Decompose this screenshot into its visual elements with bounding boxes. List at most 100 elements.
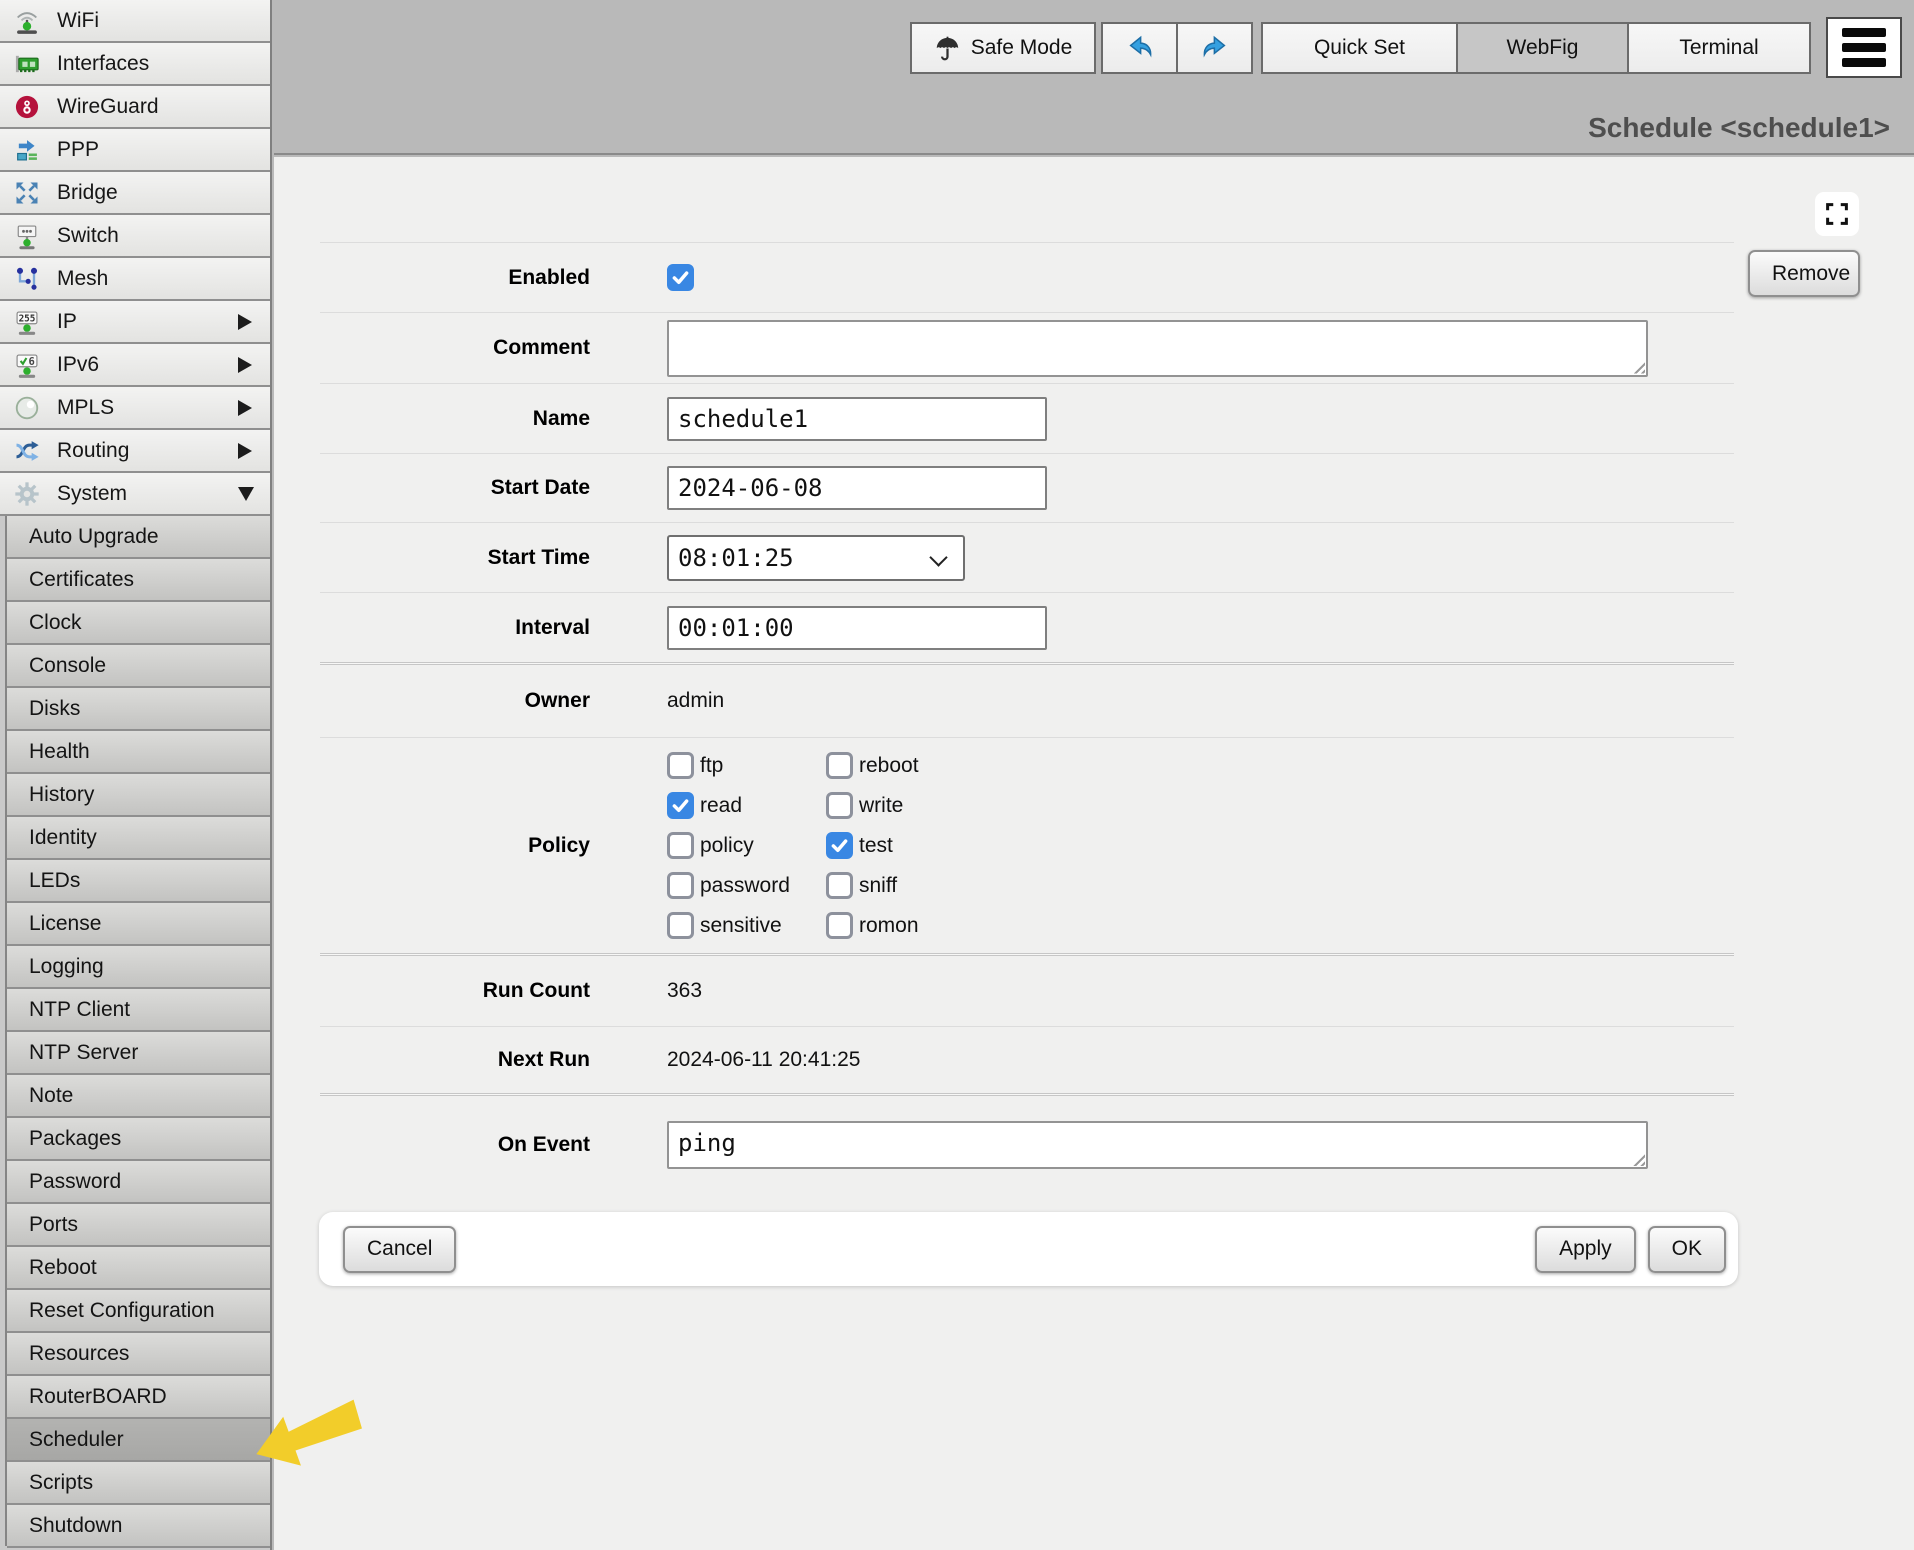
sidebar-item-mpls[interactable]: MPLS [0, 387, 270, 428]
tab-webfig[interactable]: WebFig [1456, 22, 1629, 74]
expand-right-icon [238, 357, 252, 373]
sidebar-item-shutdown[interactable]: Shutdown [7, 1505, 270, 1546]
sidebar-item-console[interactable]: Console [7, 645, 270, 686]
ok-button[interactable]: OK [1648, 1226, 1726, 1273]
cancel-button[interactable]: Cancel [343, 1226, 456, 1273]
reboot-checkbox[interactable] [826, 752, 853, 779]
sidebar-item-identity[interactable]: Identity [7, 817, 270, 858]
sidebar-item-label: Health [29, 740, 90, 764]
form-row-comment: Comment [320, 312, 1734, 383]
sidebar-item-license[interactable]: License [7, 903, 270, 944]
sidebar-item-routerboard[interactable]: RouterBOARD [7, 1376, 270, 1417]
interfaces-icon [12, 49, 42, 79]
tab-terminal[interactable]: Terminal [1627, 22, 1811, 74]
on-event-textarea[interactable]: ping [667, 1121, 1648, 1169]
comment-textarea[interactable] [667, 320, 1648, 377]
sidebar-item-ppp[interactable]: PPP [0, 129, 270, 170]
sidebar-item-ip[interactable]: 255 IP [0, 301, 270, 342]
expand-down-icon [238, 487, 254, 501]
form-row-start-date: Start Date [320, 453, 1734, 522]
sidebar-item-disks[interactable]: Disks [7, 688, 270, 729]
sidebar-item-mesh[interactable]: Mesh [0, 258, 270, 299]
sidebar-item-note[interactable]: Note [7, 1075, 270, 1116]
routing-icon [12, 436, 42, 466]
sidebar-item-wifi[interactable]: WiFi [0, 0, 270, 41]
sidebar-item-ntp-server[interactable]: NTP Server [7, 1032, 270, 1073]
write-checkbox[interactable] [826, 792, 853, 819]
sidebar-item-health[interactable]: Health [7, 731, 270, 772]
sidebar-item-password[interactable]: Password [7, 1161, 270, 1202]
sidebar-item-scripts[interactable]: Scripts [7, 1462, 270, 1503]
sidebar-item-label: Certificates [29, 568, 134, 592]
policy-option-label: reboot [859, 754, 919, 778]
sidebar-item-logging[interactable]: Logging [7, 946, 270, 987]
sensitive-checkbox[interactable] [667, 912, 694, 939]
sidebar-item-routing[interactable]: Routing [0, 430, 270, 471]
sidebar-item-system[interactable]: System [0, 473, 270, 514]
start-time-select[interactable]: 08:01:25 [667, 535, 965, 581]
ftp-checkbox[interactable] [667, 752, 694, 779]
sidebar-item-label: Routing [57, 439, 223, 463]
sidebar-item-interfaces[interactable]: Interfaces [0, 43, 270, 84]
undo-button[interactable] [1101, 22, 1178, 74]
policy-option-label: ftp [700, 754, 723, 778]
sidebar-item-reset-configuration[interactable]: Reset Configuration [7, 1290, 270, 1331]
policy-option-label: read [700, 794, 742, 818]
sidebar-item-certificates[interactable]: Certificates [7, 559, 270, 600]
policy-option-policy: policy [667, 832, 826, 859]
hamburger-icon [1842, 28, 1886, 37]
sniff-checkbox[interactable] [826, 872, 853, 899]
sidebar-item-reboot[interactable]: Reboot [7, 1247, 270, 1288]
form-row-name: Name [320, 383, 1734, 453]
page-title: Schedule <schedule1> [1588, 112, 1890, 144]
sidebar-item-history[interactable]: History [7, 774, 270, 815]
sidebar-item-label: Identity [29, 826, 97, 850]
sidebar-item-auto-upgrade[interactable]: Auto Upgrade [7, 516, 270, 557]
name-input[interactable] [667, 397, 1047, 441]
undo-redo-group [1103, 22, 1253, 74]
sidebar-item-label: Reboot [29, 1256, 97, 1280]
policy-option-label: policy [700, 834, 754, 858]
sidebar-item-bridge[interactable]: Bridge [0, 172, 270, 213]
sidebar-item-packages[interactable]: Packages [7, 1118, 270, 1159]
check-icon [670, 267, 691, 288]
form-row-interval: Interval [320, 592, 1734, 662]
sidebar-item-resources[interactable]: Resources [7, 1333, 270, 1374]
password-checkbox[interactable] [667, 872, 694, 899]
sidebar-item-label: Disks [29, 697, 80, 721]
policy-option-sensitive: sensitive [667, 912, 826, 939]
redo-button[interactable] [1176, 22, 1253, 74]
interval-input[interactable] [667, 606, 1047, 650]
sidebar-item-ipv6[interactable]: 6 IPv6 [0, 344, 270, 385]
test-checkbox[interactable] [826, 832, 853, 859]
menu-button[interactable] [1826, 17, 1902, 78]
sidebar-item-label: Scheduler [29, 1428, 124, 1452]
bridge-icon [12, 178, 42, 208]
remove-button[interactable]: Remove [1748, 250, 1860, 297]
sidebar-item-label: Bridge [57, 181, 260, 205]
sidebar-item-label: WiFi [57, 9, 260, 33]
read-checkbox[interactable] [667, 792, 694, 819]
sidebar-item-leds[interactable]: LEDs [7, 860, 270, 901]
policy-option-password: password [667, 872, 826, 899]
start-time-select-wrap: 08:01:25 [667, 535, 965, 581]
romon-checkbox[interactable] [826, 912, 853, 939]
sidebar-item-wireguard[interactable]: WireGuard [0, 86, 270, 127]
on-event-label: On Event [320, 1133, 590, 1157]
policy-checkbox[interactable] [667, 832, 694, 859]
safe-mode-button[interactable]: Safe Mode [910, 22, 1096, 74]
sidebar-item-scheduler[interactable]: Scheduler [7, 1419, 270, 1460]
policy-option-label: sniff [859, 874, 897, 898]
apply-button[interactable]: Apply [1535, 1226, 1636, 1273]
sidebar-item-label: Scripts [29, 1471, 93, 1495]
enabled-label: Enabled [320, 266, 590, 290]
tab-quick-set[interactable]: Quick Set [1261, 22, 1458, 74]
sidebar-item-clock[interactable]: Clock [7, 602, 270, 643]
sidebar-item-switch[interactable]: Switch [0, 215, 270, 256]
fullscreen-button[interactable] [1815, 192, 1859, 236]
sidebar-item-ports[interactable]: Ports [7, 1204, 270, 1245]
sidebar-item-ntp-client[interactable]: NTP Client [7, 989, 270, 1030]
enabled-checkbox[interactable] [667, 264, 694, 291]
start-date-input[interactable] [667, 466, 1047, 510]
form-row-run-count: Run Count 363 [320, 956, 1734, 1026]
